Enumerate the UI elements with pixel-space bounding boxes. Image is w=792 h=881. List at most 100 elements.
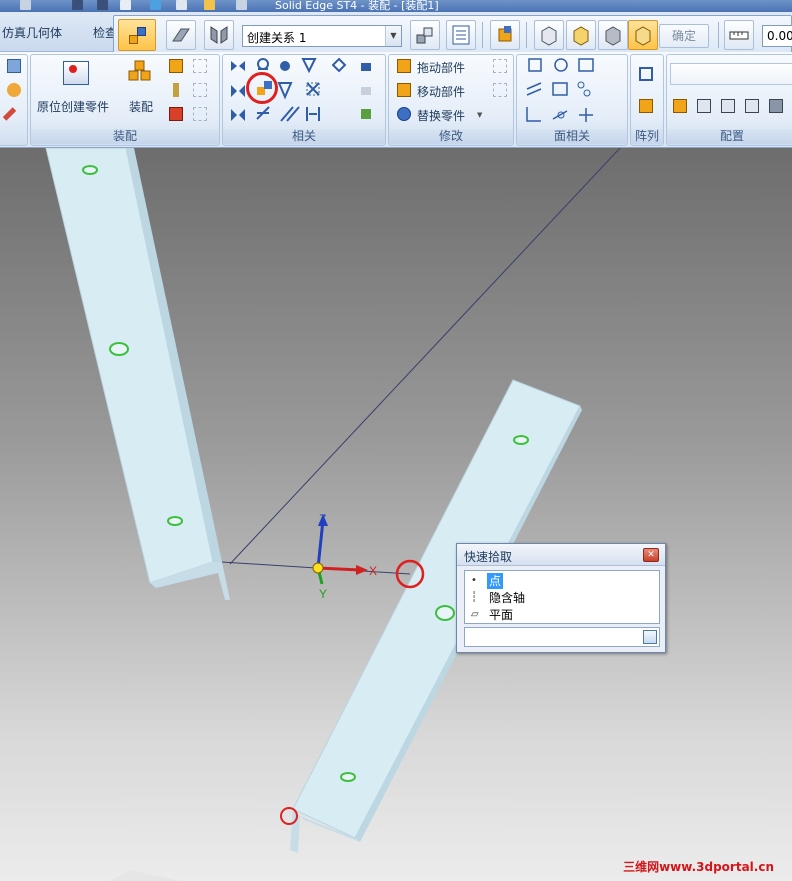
relation-list-button[interactable] <box>446 20 476 50</box>
face-tangent-icon <box>552 110 568 120</box>
measure-button[interactable] <box>724 20 754 50</box>
save-as-icon[interactable] <box>97 0 108 10</box>
pattern-icon[interactable] <box>639 67 653 81</box>
relation-set-combo[interactable]: 创建关系 1 ▼ <box>242 25 402 47</box>
grid-disabled-icon[interactable] <box>193 59 207 73</box>
wrench-icon[interactable] <box>20 0 31 10</box>
star-part-icon[interactable] <box>169 107 183 121</box>
face-rotate-icon <box>552 82 568 96</box>
z-label: Z <box>319 512 326 526</box>
component-d-button[interactable] <box>628 20 658 50</box>
quick-pick-footer <box>464 627 660 647</box>
config-camera-icon[interactable] <box>769 99 783 113</box>
ribbon-group-relate: 相关 <box>222 54 386 146</box>
quick-pick-titlebar[interactable]: 快速拾取 ✕ <box>457 544 665 566</box>
floor-shading <box>110 870 180 881</box>
watermark: 三维网www.3dportal.cn <box>623 860 774 874</box>
ribbon-group-label: 修改 <box>389 129 513 144</box>
bolt-hole[interactable] <box>82 165 98 175</box>
save-icon[interactable] <box>72 0 83 10</box>
step-back-button[interactable] <box>166 20 196 50</box>
inplace-create-part-label[interactable]: 原位创建零件 <box>37 98 109 115</box>
part-icon[interactable] <box>150 0 161 10</box>
relation-icon-part <box>137 27 146 36</box>
capture-fit-icon[interactable] <box>169 59 183 73</box>
3d-viewport[interactable]: Z X Y 三维网www.3dportal.cn <box>0 148 792 881</box>
triad-origin[interactable] <box>312 562 324 574</box>
config-print-icon[interactable] <box>745 99 759 113</box>
bolt-hole[interactable] <box>167 516 183 526</box>
print-icon[interactable] <box>176 0 187 10</box>
quick-pick-item-label: 隐含轴 <box>489 591 526 605</box>
assemble-label[interactable]: 装配 <box>129 98 153 115</box>
move-component-icon[interactable] <box>397 83 411 97</box>
bolt-hole[interactable] <box>109 342 129 356</box>
pencil-icon[interactable] <box>2 107 17 121</box>
relation-set-value: 创建关系 1 <box>247 31 307 45</box>
ribbon-group-assemble: 原位创建零件 装配 装配 <box>30 54 220 146</box>
quick-pick-dialog: 快速拾取 ✕ • 点 ┆ 隐含轴 ▱ 平面 <box>456 543 666 653</box>
relationship-command-bar: 创建关系 1 ▼ 确定 0.00 <box>113 15 792 55</box>
bolt-hole[interactable] <box>340 772 356 782</box>
relation-options-button[interactable] <box>410 20 440 50</box>
quick-access-dropdown-icon[interactable] <box>236 0 247 10</box>
quick-pick-item-point[interactable]: • 点 <box>469 573 649 589</box>
grid-disabled-icon-2[interactable] <box>193 83 207 97</box>
component-b-button[interactable] <box>566 20 596 50</box>
move-component-label[interactable]: 移动部件 <box>417 83 465 100</box>
flip-icon <box>498 26 512 42</box>
flip-button[interactable] <box>490 20 520 50</box>
cube-outline-icon <box>541 26 557 46</box>
grid-disabled-icon[interactable] <box>493 59 507 73</box>
config-save-icon[interactable] <box>673 99 687 113</box>
angle-bar-left[interactable] <box>45 148 230 600</box>
bolt-hole[interactable] <box>435 605 455 621</box>
face-add-icon <box>579 108 593 122</box>
gear-relation-icon <box>231 109 245 121</box>
chevron-down-icon[interactable]: ▼ <box>385 26 401 46</box>
assembly-icon[interactable] <box>120 0 131 10</box>
drag-component-label[interactable]: 拖动部件 <box>417 59 465 76</box>
config-table-icon[interactable] <box>697 99 711 113</box>
drag-component-icon[interactable] <box>397 59 411 73</box>
highlight-circle <box>246 72 278 104</box>
relation-tree-icon <box>361 109 371 119</box>
gear-color-icon[interactable] <box>7 83 21 97</box>
coordinate-triad[interactable]: Z X Y <box>312 512 377 601</box>
grid-disabled-icon-3[interactable] <box>193 107 207 121</box>
ribbon: 原位创建零件 装配 装配 相关 拖动部件 移动部件 替换零件 ▼ 修改 面相关 … <box>0 52 792 148</box>
tab-simulation-geometry[interactable]: 仿真几何体 <box>2 24 62 41</box>
plane-align-button[interactable] <box>204 20 234 50</box>
offset-value-field[interactable]: 0.00 <box>762 25 792 47</box>
inplace-create-part-icon[interactable] <box>63 61 89 85</box>
ribbon-group-label: 配置 <box>667 129 792 144</box>
bolt-hole[interactable] <box>513 435 529 445</box>
component-c-button[interactable] <box>598 20 628 50</box>
create-relation-button[interactable] <box>118 19 156 51</box>
component-a-button[interactable] <box>534 20 564 50</box>
face-relate-icons-grid <box>526 58 594 122</box>
close-icon[interactable]: ✕ <box>643 548 659 562</box>
replace-part-icon[interactable] <box>397 107 411 121</box>
config-display-icon[interactable] <box>721 99 735 113</box>
folder-icon[interactable] <box>204 0 215 10</box>
parallel-icon <box>231 85 245 97</box>
ground-icon <box>361 63 371 71</box>
connector-icon[interactable] <box>173 83 179 97</box>
slash-icon <box>280 106 300 122</box>
assemble-icon[interactable] <box>127 59 153 85</box>
ribbon-group-label: 相关 <box>223 129 385 144</box>
grid-disabled-icon-2[interactable] <box>493 83 507 97</box>
quick-pick-item-plane[interactable]: ▱ 平面 <box>469 607 649 623</box>
replace-part-label[interactable]: 替换零件 <box>417 107 465 124</box>
quick-pick-item-implied-axis[interactable]: ┆ 隐含轴 <box>469 590 649 606</box>
configuration-combo[interactable] <box>670 63 792 85</box>
mirror-icon[interactable] <box>639 99 653 113</box>
center-plane-icon <box>306 107 320 121</box>
ok-button[interactable]: 确定 <box>659 24 709 48</box>
chevron-down-icon[interactable]: ▼ <box>477 111 482 119</box>
copy-icon[interactable] <box>7 59 21 73</box>
options-icon[interactable] <box>643 630 657 644</box>
quick-pick-item-label: 平面 <box>489 608 514 622</box>
x-axis <box>317 566 361 572</box>
